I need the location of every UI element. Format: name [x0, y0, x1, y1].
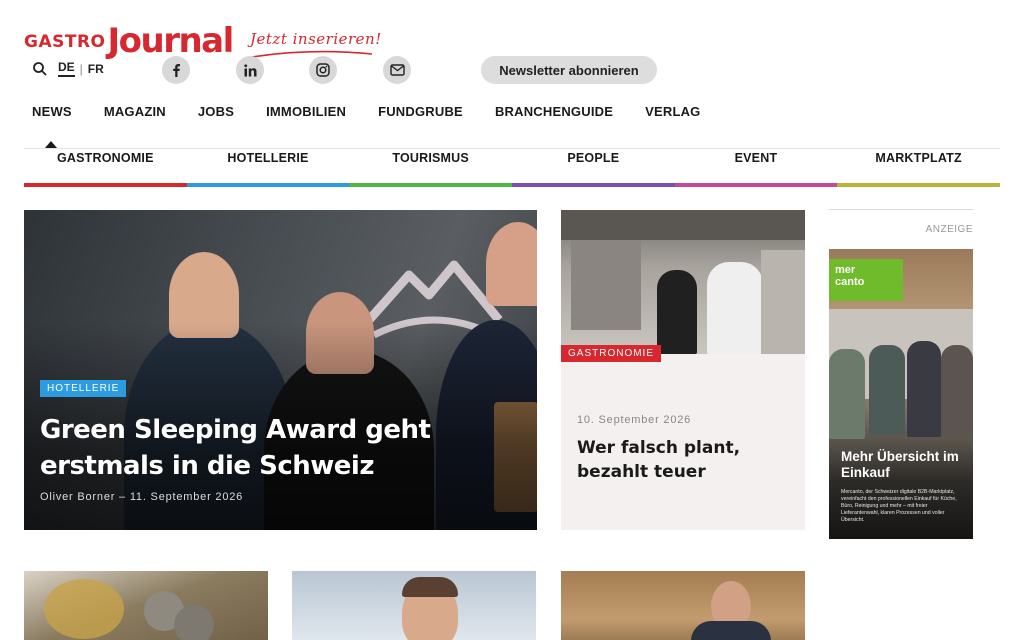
category-event[interactable]: EVENT — [674, 150, 838, 187]
nav-verlag[interactable]: VERLAG — [645, 104, 700, 119]
nav-news[interactable]: NEWS — [32, 104, 72, 119]
nav-immobilien[interactable]: IMMOBILIEN — [266, 104, 346, 119]
site-logo[interactable]: GASTRO Journal — [24, 21, 235, 61]
mail-icon[interactable] — [383, 56, 411, 84]
category-hotellerie[interactable]: HOTELLERIE — [186, 150, 350, 187]
hero-category-tag[interactable]: HOTELLERIE — [40, 380, 127, 397]
category-gastronomie[interactable]: GASTRONOMIE — [24, 150, 187, 187]
article-card-tag[interactable]: GASTRONOMIE — [561, 345, 662, 362]
article-thumbnail-2[interactable] — [292, 571, 536, 640]
category-color-bar — [349, 183, 512, 187]
ad-divider — [829, 209, 973, 210]
category-label: MARKTPLATZ — [875, 151, 962, 165]
advertise-link[interactable]: Jetzt inserieren! — [250, 30, 382, 48]
facebook-icon[interactable] — [162, 56, 190, 84]
article-card[interactable]: GASTRONOMIE 10. September 2026 Wer falsc… — [561, 210, 805, 530]
article-card-image — [561, 210, 805, 354]
nav-jobs[interactable]: JOBS — [198, 104, 234, 119]
utility-bar: DE | FR — [32, 60, 104, 77]
ad-banner[interactable]: mer canto Mehr Übersicht im Einkauf Merc… — [829, 249, 973, 539]
category-marktplatz[interactable]: MARKTPLATZ — [837, 150, 1000, 187]
search-icon[interactable] — [32, 61, 48, 77]
language-fr[interactable]: FR — [88, 62, 104, 76]
language-separator: | — [79, 61, 83, 76]
ad-label: ANZEIGE — [925, 224, 973, 235]
category-color-bar — [511, 183, 675, 187]
article-card-title[interactable]: Wer falsch plant, bezahlt teuer — [577, 436, 787, 484]
category-nav: GASTRONOMIE HOTELLERIE TOURISMUS PEOPLE … — [24, 150, 1000, 187]
category-label: GASTRONOMIE — [57, 151, 154, 165]
category-label: PEOPLE — [567, 151, 620, 165]
category-color-bar — [186, 183, 350, 187]
logo-gastro: GASTRO — [24, 32, 106, 52]
subnav-divider — [24, 148, 1000, 149]
hero-title[interactable]: Green Sleeping Award geht erstmals in di… — [40, 412, 460, 484]
category-label: TOURISMUS — [392, 151, 469, 165]
ad-text: Mercanto, der Schweizer digitale B2B-Mar… — [841, 489, 957, 523]
category-color-bar — [24, 183, 187, 187]
main-nav: NEWS MAGAZIN JOBS IMMOBILIEN FUNDGRUBE B… — [32, 104, 732, 119]
language-de[interactable]: DE — [58, 60, 75, 77]
category-people[interactable]: PEOPLE — [511, 150, 675, 187]
category-color-bar — [674, 183, 838, 187]
category-color-bar — [837, 183, 1000, 187]
ad-brand-logo: mer canto — [829, 259, 903, 301]
newsletter-button[interactable]: Newsletter abonnieren — [481, 56, 657, 84]
hero-article[interactable]: HOTELLERIE Green Sleeping Award geht ers… — [24, 210, 537, 530]
nav-magazin[interactable]: MAGAZIN — [104, 104, 166, 119]
linkedin-icon[interactable] — [236, 56, 264, 84]
category-label: HOTELLERIE — [227, 151, 309, 165]
ad-brand-line1: mer — [835, 264, 856, 276]
logo-journal: Journal — [107, 21, 235, 61]
instagram-icon[interactable] — [309, 56, 337, 84]
active-nav-indicator — [45, 141, 57, 148]
category-tourismus[interactable]: TOURISMUS — [349, 150, 512, 187]
category-label: EVENT — [734, 151, 778, 165]
article-thumbnail-3[interactable] — [561, 571, 805, 640]
hero-meta: Oliver Borner – 11. September 2026 — [40, 491, 244, 503]
ad-title: Mehr Übersicht im Einkauf — [841, 449, 959, 480]
article-thumbnail-1[interactable] — [24, 571, 268, 640]
nav-branchenguide[interactable]: BRANCHENGUIDE — [495, 104, 613, 119]
article-card-date: 10. September 2026 — [577, 414, 692, 426]
ad-brand-line2: canto — [835, 276, 865, 288]
nav-fundgrube[interactable]: FUNDGRUBE — [378, 104, 463, 119]
